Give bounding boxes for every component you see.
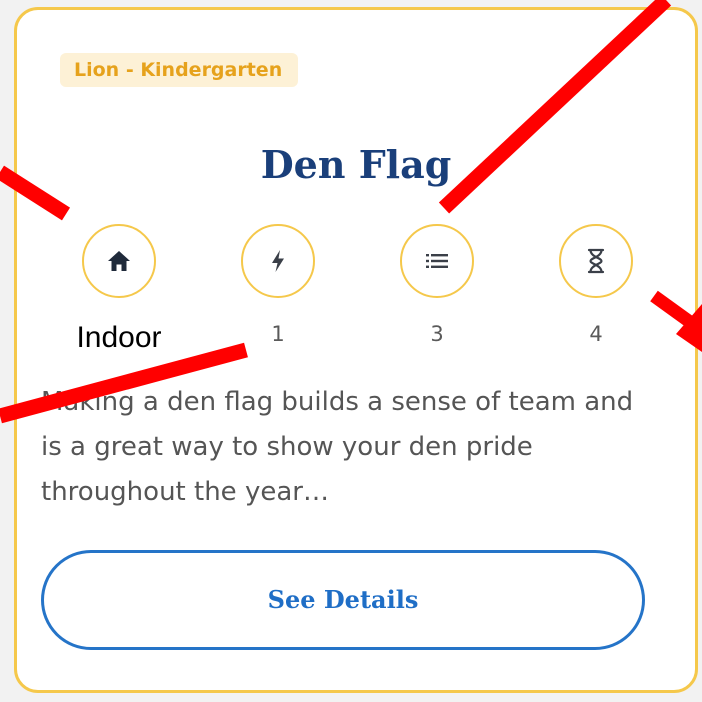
duration-stat-icon [559,224,633,298]
rank-badge: Lion - Kindergarten [60,53,299,87]
home-icon [108,251,130,271]
hourglass-icon [587,248,605,274]
page: Lion - Kindergarten Den Flag Indoor 1 3 … [0,0,702,702]
activity-title: Den Flag [260,142,452,187]
location-value: Indoor [76,321,162,354]
activity-description: Making a den flag builds a sense of team… [41,387,634,507]
steps-value: 3 [430,322,444,346]
duration-value: 4 [589,322,603,346]
energy-value: 1 [271,322,285,346]
location-stat-icon [82,224,156,298]
see-details-button[interactable]: See Details [41,550,645,650]
lightning-icon [272,250,284,272]
list-icon [426,254,448,268]
steps-stat-icon [400,224,474,298]
energy-stat-icon [241,224,315,298]
